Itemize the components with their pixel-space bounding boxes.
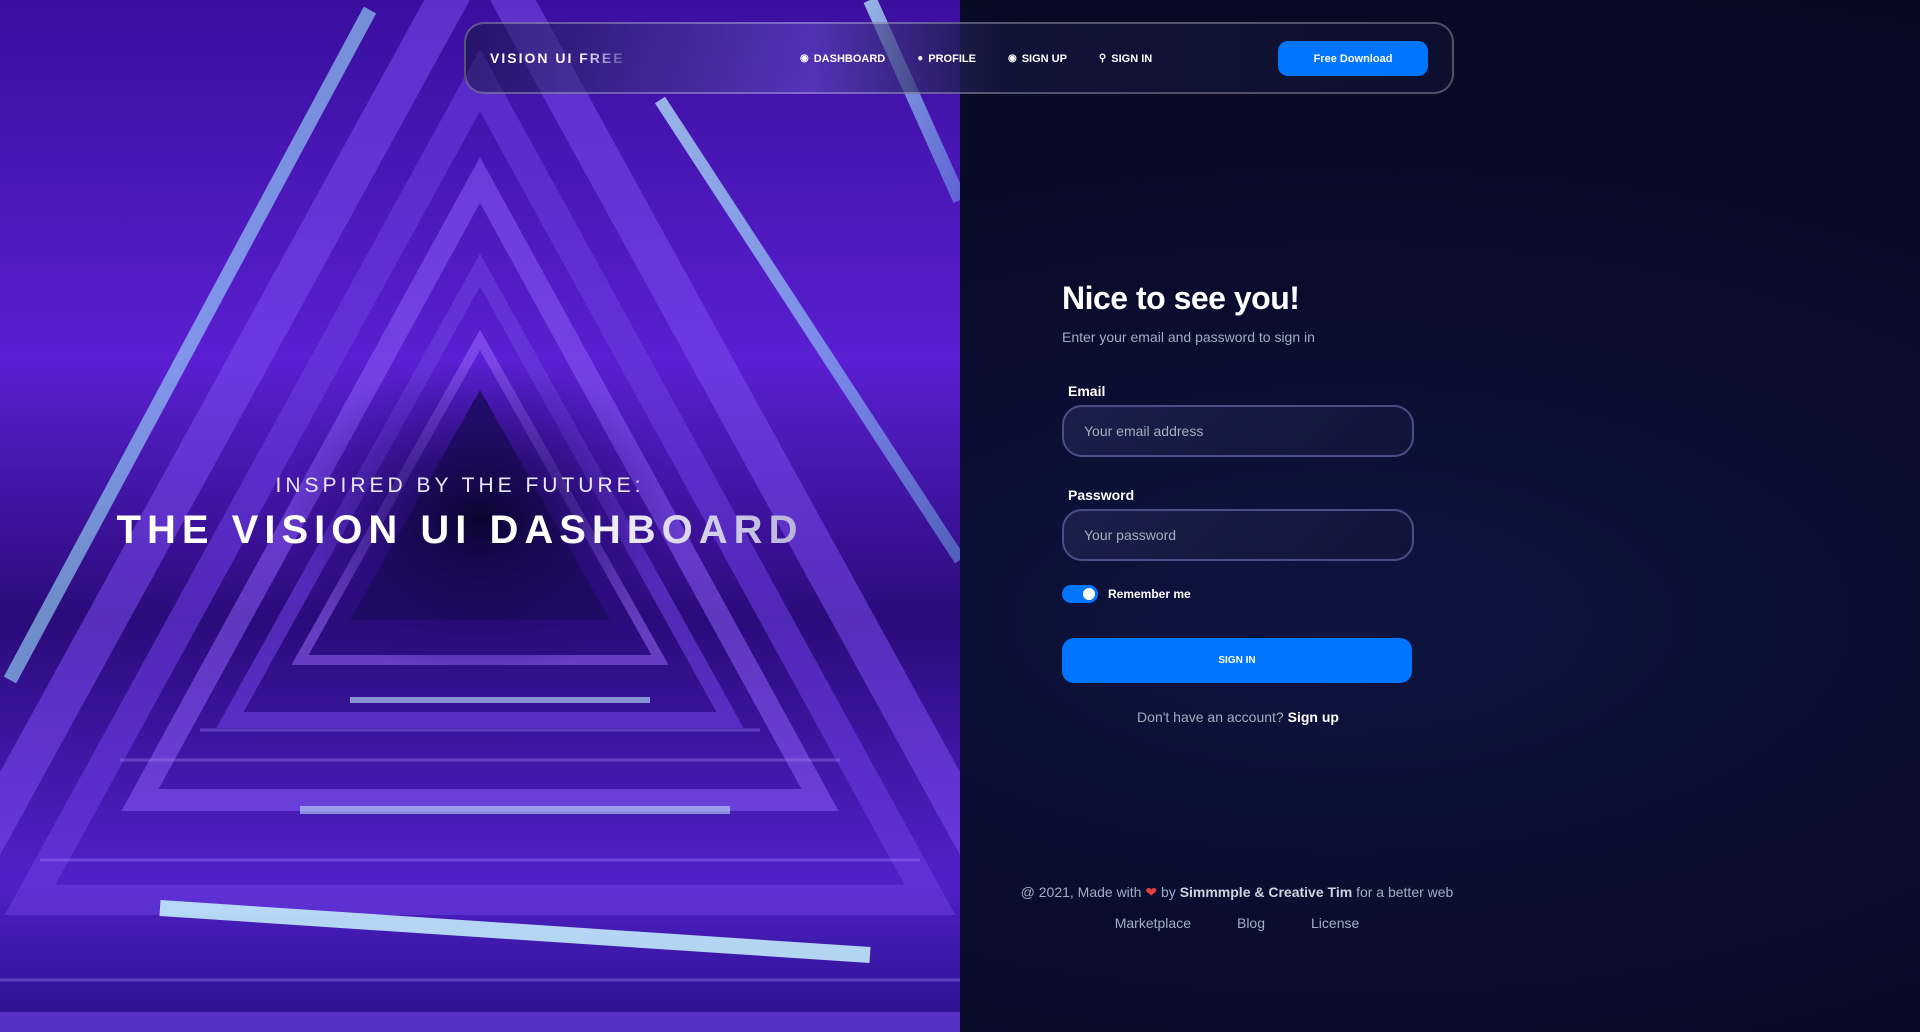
nav-link-sign-in[interactable]: ⚲ SIGN IN: [1099, 53, 1152, 65]
nav-link-profile[interactable]: ● PROFILE: [917, 53, 976, 65]
email-field-wrapper: [1062, 405, 1414, 457]
toggle-knob: [1083, 588, 1095, 600]
footer-link-blog[interactable]: Blog: [1237, 915, 1265, 931]
nav-link-label: SIGN UP: [1021, 53, 1067, 65]
footer-prefix: @ 2021, Made with: [1020, 884, 1142, 900]
hero-subtitle: INSPIRED BY THE FUTURE:: [275, 474, 645, 497]
nav-link-label: SIGN IN: [1111, 53, 1153, 65]
hero-title: THE VISION UI DASHBOARD: [0, 508, 960, 553]
top-navbar: VISION UI FREE ◉ DASHBOARD ● PROFILE ◉ S…: [464, 22, 1454, 94]
user-circle-icon: ◉: [1007, 53, 1017, 64]
sign-in-button[interactable]: SIGN IN: [1062, 638, 1412, 683]
nav-link-label: PROFILE: [928, 53, 976, 65]
sign-up-link[interactable]: Sign up: [1288, 709, 1339, 725]
footer-suffix: for a better web: [1356, 884, 1454, 900]
password-field-wrapper: [1062, 509, 1414, 561]
dashboard-icon: ◉: [800, 53, 809, 64]
nav-link-dashboard[interactable]: ◉ DASHBOARD: [800, 53, 885, 65]
footer-links: Marketplace Blog License: [960, 915, 1514, 931]
footer-by: by: [1161, 884, 1176, 900]
nav-links: ◉ DASHBOARD ● PROFILE ◉ SIGN UP ⚲ SIGN I…: [800, 53, 1152, 65]
hero-image-panel: INSPIRED BY THE FUTURE: THE VISION UI DA…: [0, 0, 960, 1032]
sign-in-page: INSPIRED BY THE FUTURE: THE VISION UI DA…: [0, 0, 1920, 1032]
remember-me-toggle[interactable]: [1062, 585, 1098, 603]
no-account-text: Don't have an account?: [1137, 709, 1284, 725]
remember-me-label[interactable]: Remember me: [1108, 587, 1191, 601]
form-title: Nice to see you!: [1062, 280, 1300, 316]
remember-me-row: Remember me: [1062, 585, 1414, 603]
sign-in-form: Nice to see you! Enter your email and pa…: [1062, 280, 1414, 725]
hero-text: INSPIRED BY THE FUTURE: THE VISION UI DA…: [0, 474, 960, 553]
footer: @ 2021, Made with ❤ by Simmmple & Creati…: [960, 884, 1514, 931]
password-field[interactable]: [1064, 526, 1412, 544]
brand-logo-text[interactable]: VISION UI FREE: [490, 50, 625, 66]
email-field[interactable]: [1064, 422, 1412, 440]
heart-icon: ❤: [1145, 884, 1158, 900]
nav-link-sign-up[interactable]: ◉ SIGN UP: [1008, 53, 1067, 65]
footer-credits: @ 2021, Made with ❤ by Simmmple & Creati…: [960, 884, 1514, 901]
person-icon: ●: [917, 53, 924, 64]
password-label: Password: [1068, 487, 1135, 503]
free-download-button[interactable]: Free Download: [1278, 41, 1428, 76]
footer-link-marketplace[interactable]: Marketplace: [1115, 915, 1191, 931]
key-icon: ⚲: [1098, 53, 1107, 64]
footer-authors[interactable]: Simmmple & Creative Tim: [1180, 884, 1352, 900]
email-label: Email: [1068, 383, 1106, 399]
footer-link-license[interactable]: License: [1311, 915, 1359, 931]
no-account-row: Don't have an account? Sign up: [1062, 709, 1414, 725]
form-subtitle: Enter your email and password to sign in: [1062, 329, 1315, 345]
nav-link-label: DASHBOARD: [813, 53, 886, 65]
